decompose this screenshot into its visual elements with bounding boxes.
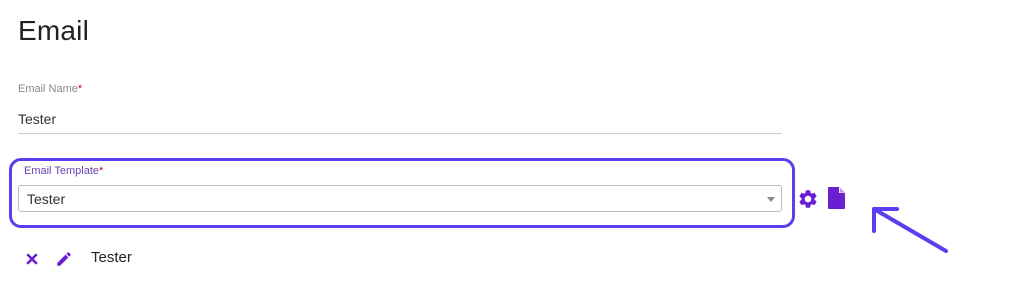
page-title: Email [18, 15, 90, 46]
close-icon [26, 253, 38, 265]
document-icon [828, 187, 845, 209]
chevron-down-icon [767, 197, 775, 202]
email-template-label-text: Email Template [24, 165, 99, 177]
required-mark: * [77, 83, 83, 95]
email-template-selected-value: Tester [27, 191, 66, 207]
email-name-label: Email Name* [18, 83, 82, 95]
email-name-label-text: Email Name [18, 83, 78, 95]
pencil-icon [57, 252, 71, 266]
template-document-button[interactable] [826, 186, 848, 210]
template-settings-button[interactable] [797, 188, 819, 210]
remove-button[interactable] [24, 251, 40, 267]
required-mark: * [99, 165, 104, 177]
annotation-arrow-icon [872, 207, 948, 253]
email-template-label: Email Template* [24, 165, 103, 177]
email-name-input[interactable] [18, 104, 782, 134]
selected-item-label: Tester [91, 249, 132, 266]
edit-button[interactable] [55, 250, 73, 268]
email-template-select[interactable]: Tester [18, 185, 782, 212]
gear-icon [799, 190, 817, 208]
